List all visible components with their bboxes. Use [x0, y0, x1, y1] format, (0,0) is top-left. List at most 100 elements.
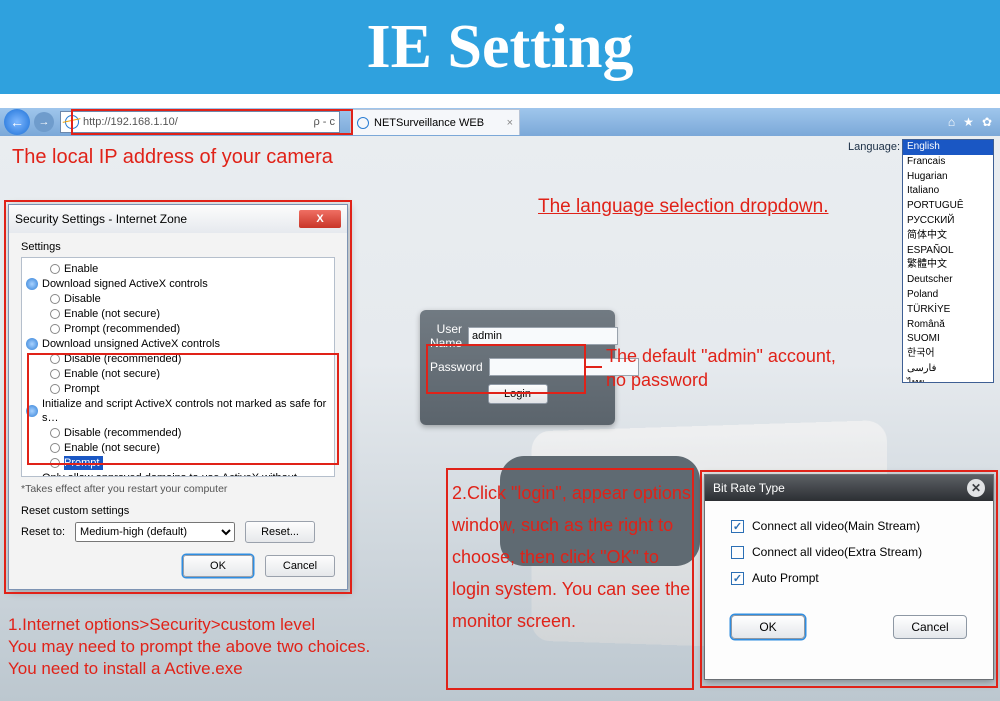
annotation-login: The default "admin" account, no password — [606, 344, 836, 392]
tree-node[interactable]: Initialize and script ActiveX controls n… — [24, 397, 332, 426]
tree-label: Disable (recommended) — [64, 352, 181, 366]
language-label: Language: — [848, 141, 900, 153]
tree-label: Disable — [64, 292, 101, 306]
cancel-button[interactable]: Cancel — [893, 615, 967, 639]
url-controls[interactable]: ρ - c — [313, 116, 335, 128]
language-option[interactable]: ไทย — [903, 377, 993, 383]
language-option[interactable]: Francais — [903, 155, 993, 170]
annotation-step2: 2.Click "login", appear options window, … — [452, 477, 692, 637]
node-icon — [26, 405, 38, 417]
tree-label: Enable (not secure) — [64, 441, 160, 455]
tree-option[interactable]: Enable (not secure) — [24, 307, 332, 322]
annotation-line — [586, 366, 602, 368]
username-label: User Name — [430, 322, 468, 350]
tab-close-icon[interactable]: × — [507, 117, 513, 129]
checkbox-icon[interactable] — [731, 546, 744, 559]
reset-group-label: Reset custom settings — [21, 505, 335, 517]
option-label: Connect all video(Extra Stream) — [752, 545, 922, 559]
radio-icon — [50, 354, 60, 364]
tree-option[interactable]: Enable (not secure) — [24, 441, 332, 456]
tree-option[interactable]: Disable — [24, 292, 332, 307]
password-label: Password — [430, 360, 489, 374]
radio-icon — [50, 384, 60, 394]
dialog-title: Bit Rate Type — [713, 481, 785, 495]
tree-label: Prompt — [64, 456, 103, 470]
tree-label: Disable (recommended) — [64, 426, 181, 440]
language-option[interactable]: PORTUGUÊ — [903, 199, 993, 214]
bitrate-option[interactable]: ✓Auto Prompt — [731, 571, 967, 585]
tree-label: Enable (not secure) — [64, 307, 160, 321]
radio-icon — [50, 324, 60, 334]
tree-option[interactable]: Disable (recommended) — [24, 426, 332, 441]
radio-icon — [50, 264, 60, 274]
node-icon — [26, 278, 38, 290]
close-icon[interactable]: ✕ — [967, 479, 985, 497]
forward-button[interactable]: → — [34, 112, 54, 132]
checkbox-icon[interactable]: ✓ — [731, 572, 744, 585]
address-bar[interactable]: http://192.168.1.10/ ρ - c — [60, 111, 340, 133]
back-button[interactable]: ← — [4, 109, 30, 135]
radio-icon — [50, 458, 60, 468]
language-option[interactable]: 简体中文 — [903, 229, 993, 244]
tab-title: NETSurveillance WEB — [374, 117, 484, 129]
tree-label: Only allow approved domains to use Activ… — [42, 471, 332, 477]
radio-icon — [50, 309, 60, 319]
tree-option[interactable]: Disable (recommended) — [24, 352, 332, 367]
radio-icon — [50, 369, 60, 379]
tree-node[interactable]: Only allow approved domains to use Activ… — [24, 471, 332, 477]
reset-to-label: Reset to: — [21, 526, 65, 538]
settings-gear-icon[interactable]: ✿ — [982, 115, 992, 129]
tree-option[interactable]: Prompt — [24, 456, 332, 471]
tree-node[interactable]: Download signed ActiveX controls — [24, 277, 332, 292]
language-option[interactable]: Deutscher — [903, 273, 993, 288]
tree-node[interactable]: Download unsigned ActiveX controls — [24, 337, 332, 352]
tree-label: Prompt (recommended) — [64, 322, 180, 336]
restart-note: *Takes effect after you restart your com… — [21, 483, 335, 495]
tree-option[interactable]: Enable (not secure) — [24, 367, 332, 382]
page-banner: IE Setting — [0, 0, 1000, 94]
language-option[interactable]: 繁體中文 — [903, 258, 993, 273]
close-button[interactable]: X — [299, 210, 341, 228]
cancel-button[interactable]: Cancel — [265, 555, 335, 577]
bitrate-option[interactable]: ✓ Connect all video(Main Stream) — [731, 519, 967, 533]
tree-label: Download unsigned ActiveX controls — [42, 337, 220, 351]
language-option[interactable]: Poland — [903, 288, 993, 303]
option-label: Connect all video(Main Stream) — [752, 519, 920, 533]
tree-label: Download signed ActiveX controls — [42, 277, 208, 291]
bitrate-option[interactable]: Connect all video(Extra Stream) — [731, 545, 967, 559]
language-option[interactable]: SUOMI — [903, 332, 993, 347]
ok-button[interactable]: OK — [183, 555, 253, 577]
favorites-icon[interactable]: ★ — [963, 115, 974, 129]
language-option[interactable]: English — [903, 140, 993, 155]
language-option[interactable]: РУССКИЙ — [903, 214, 993, 229]
language-option[interactable]: Română — [903, 318, 993, 333]
settings-tree[interactable]: EnableDownload signed ActiveX controlsDi… — [21, 257, 335, 477]
reset-button[interactable]: Reset... — [245, 521, 315, 543]
radio-icon — [50, 443, 60, 453]
annotation-language: The language selection dropdown. — [538, 196, 828, 218]
language-option[interactable]: ESPAÑOL — [903, 244, 993, 259]
language-option[interactable]: Hugarian — [903, 170, 993, 185]
url-text: http://192.168.1.10/ — [83, 116, 309, 128]
username-input[interactable] — [468, 327, 618, 345]
ie-icon — [357, 117, 369, 129]
tree-option[interactable]: Prompt (recommended) — [24, 322, 332, 337]
language-dropdown[interactable]: EnglishFrancaisHugarianItalianoPORTUGUÊР… — [902, 139, 994, 383]
checkbox-icon[interactable]: ✓ — [731, 520, 744, 533]
language-option[interactable]: TÜRKİYE — [903, 303, 993, 318]
browser-chrome: ← → http://192.168.1.10/ ρ - c NETSurvei… — [0, 108, 1000, 136]
annotation-step1: 1.Internet options>Security>custom level… — [8, 614, 370, 680]
settings-group-label: Settings — [21, 241, 335, 253]
security-settings-dialog: Security Settings - Internet Zone X Sett… — [8, 204, 348, 590]
language-option[interactable]: 한국어 — [903, 347, 993, 362]
tree-label: Prompt — [64, 382, 99, 396]
ok-button[interactable]: OK — [731, 615, 805, 639]
tree-option[interactable]: Enable — [24, 262, 332, 277]
reset-level-select[interactable]: Medium-high (default) — [75, 522, 235, 542]
login-button[interactable]: Login — [488, 384, 548, 404]
language-option[interactable]: فارسی — [903, 362, 993, 377]
language-option[interactable]: Italiano — [903, 184, 993, 199]
tree-option[interactable]: Prompt — [24, 382, 332, 397]
home-icon[interactable]: ⌂ — [948, 115, 955, 129]
browser-tab[interactable]: NETSurveillance WEB × — [350, 109, 520, 135]
